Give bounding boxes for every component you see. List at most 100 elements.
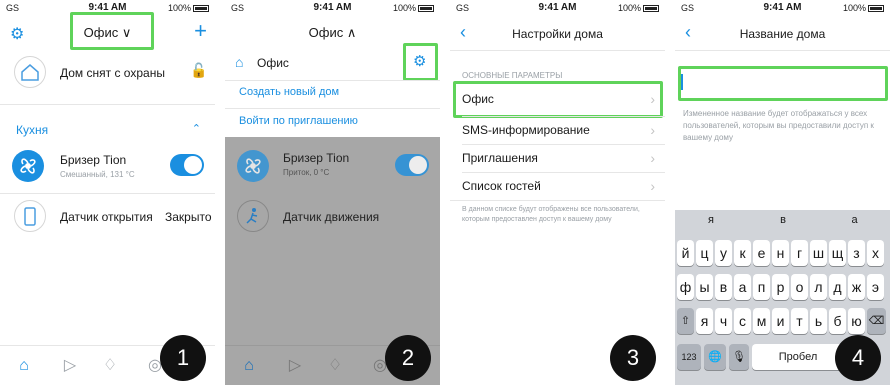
tab-home-icon[interactable]: ⌂ xyxy=(14,356,34,376)
key[interactable]: в xyxy=(715,274,732,300)
key[interactable]: р xyxy=(772,274,789,300)
key[interactable]: д xyxy=(829,274,846,300)
key[interactable]: н xyxy=(772,240,789,266)
device-toggle[interactable] xyxy=(170,154,204,176)
room-label: Кухня xyxy=(16,123,49,137)
step-badge: 4 xyxy=(835,335,881,381)
device-status: Смешанный, 131 °C xyxy=(60,170,135,179)
security-status: Дом снят с охраны xyxy=(60,66,165,80)
home-name-input[interactable] xyxy=(675,66,890,101)
highlight-frame xyxy=(403,43,438,81)
home-icon xyxy=(14,56,46,88)
backspace-key-icon[interactable]: ⌫ xyxy=(867,308,886,334)
key[interactable]: я xyxy=(696,308,713,334)
screen-2: GS 9:41 AM 100% Офис ∧ ⌂ Офис ⚙ Создать … xyxy=(225,0,440,385)
key[interactable]: л xyxy=(810,274,827,300)
suggestion[interactable]: в xyxy=(747,214,819,226)
home-name[interactable]: Офис xyxy=(257,56,289,70)
suggestion[interactable]: а xyxy=(819,214,890,226)
battery-icon xyxy=(868,5,884,12)
key[interactable]: и xyxy=(772,308,789,334)
key[interactable]: ц xyxy=(696,240,713,266)
device-name: Датчик движения xyxy=(283,210,380,224)
status-bar: GS 9:41 AM 100% xyxy=(225,0,440,18)
divider xyxy=(450,200,665,201)
numbers-key[interactable]: 123 xyxy=(677,344,701,370)
key[interactable]: х xyxy=(867,240,884,266)
microphone-key-icon[interactable]: 🎙 xyxy=(729,344,749,370)
key[interactable]: к xyxy=(734,240,751,266)
device-name: Бризер Tion xyxy=(283,151,350,165)
section-header: ОСНОВНЫЕ ПАРАМЕТРЫ xyxy=(462,71,563,80)
battery-icon xyxy=(643,5,659,12)
breezer-icon xyxy=(237,150,269,182)
key[interactable]: э xyxy=(867,274,884,300)
collapse-chevron-icon[interactable]: ⌃ xyxy=(192,122,201,135)
device-name: Бризер Tion xyxy=(60,153,127,167)
battery-label: 100% xyxy=(393,3,434,13)
add-button[interactable]: + xyxy=(194,18,207,44)
key[interactable]: з xyxy=(848,240,865,266)
divider xyxy=(450,50,665,51)
highlight-frame xyxy=(70,12,154,50)
divider xyxy=(225,108,440,109)
step-badge: 2 xyxy=(385,335,431,381)
settings-row-guests[interactable]: Список гостей › xyxy=(450,172,665,200)
battery-label: 100% xyxy=(843,3,884,13)
step-badge: 1 xyxy=(160,335,206,381)
divider xyxy=(0,193,215,194)
key[interactable]: о xyxy=(791,274,808,300)
key[interactable]: ш xyxy=(810,240,827,266)
space-key[interactable]: Пробел xyxy=(752,344,844,370)
tab-bell-icon[interactable]: ♢ xyxy=(100,356,120,376)
home-switcher[interactable]: Офис ∧ xyxy=(225,25,440,41)
key[interactable]: у xyxy=(715,240,732,266)
divider xyxy=(675,50,890,51)
key[interactable]: щ xyxy=(829,240,846,266)
highlight-frame xyxy=(453,81,663,118)
globe-key-icon[interactable]: 🌐 xyxy=(704,344,726,370)
status-bar: GS 9:41 AM 100% xyxy=(450,0,665,18)
chevron-right-icon: › xyxy=(650,122,655,138)
screen-1: GS 9:41 AM 100% ⚙ Офис ∨ + Дом снят с ох… xyxy=(0,0,215,385)
home-icon: ⌂ xyxy=(235,54,244,70)
screen-4: GS 9:41 AM 100% ‹ Название дома Измененн… xyxy=(675,0,890,385)
tab-play-icon[interactable]: ▷ xyxy=(285,356,305,376)
key[interactable]: ю xyxy=(848,308,865,334)
key[interactable]: п xyxy=(753,274,770,300)
tab-home-icon[interactable]: ⌂ xyxy=(239,356,259,376)
battery-label: 100% xyxy=(168,3,209,13)
key[interactable]: й xyxy=(677,240,694,266)
shift-key-icon[interactable]: ⇧ xyxy=(677,308,694,334)
key[interactable]: е xyxy=(753,240,770,266)
settings-row-invitations[interactable]: Приглашения › xyxy=(450,144,665,172)
guests-note: В данном списке будут отображены все пол… xyxy=(462,206,640,223)
step-badge: 3 xyxy=(610,335,656,381)
tab-bell-icon[interactable]: ♢ xyxy=(325,356,345,376)
door-sensor-icon xyxy=(14,200,46,232)
lock-open-icon[interactable]: 🔓 xyxy=(190,62,207,79)
status-bar: GS 9:41 AM 100% xyxy=(675,0,890,18)
key[interactable]: ж xyxy=(848,274,865,300)
key[interactable]: ф xyxy=(677,274,694,300)
rename-hint: Измененное название будет отображаться у… xyxy=(683,109,874,142)
breezer-icon xyxy=(12,150,44,182)
tab-play-icon[interactable]: ▷ xyxy=(60,356,80,376)
join-by-invite-link[interactable]: Войти по приглашению xyxy=(239,115,358,127)
key[interactable]: ь xyxy=(810,308,827,334)
device-toggle[interactable] xyxy=(395,154,429,176)
suggestion[interactable]: я xyxy=(675,214,747,226)
create-home-link[interactable]: Создать новый дом xyxy=(239,86,339,98)
key[interactable]: ы xyxy=(696,274,713,300)
key[interactable]: т xyxy=(791,308,808,334)
settings-row-sms[interactable]: SMS-информирование › xyxy=(450,116,665,144)
key[interactable]: ч xyxy=(715,308,732,334)
battery-icon xyxy=(193,5,209,12)
chevron-right-icon: › xyxy=(650,178,655,194)
key[interactable]: а xyxy=(734,274,751,300)
key[interactable]: г xyxy=(791,240,808,266)
key[interactable]: м xyxy=(753,308,770,334)
device-status: Приток, 0 °C xyxy=(283,168,330,177)
key[interactable]: б xyxy=(829,308,846,334)
key[interactable]: с xyxy=(734,308,751,334)
